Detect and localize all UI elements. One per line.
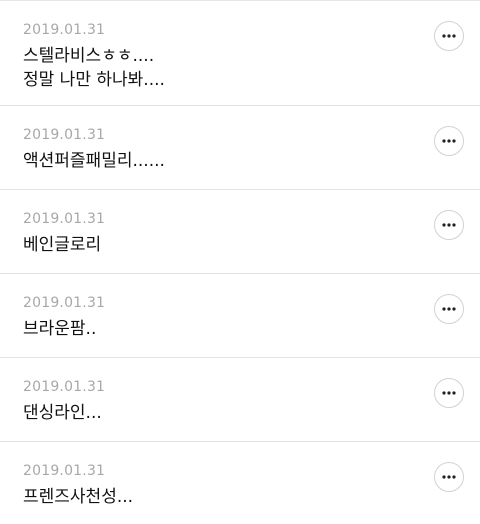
more-options-button[interactable] (434, 294, 464, 324)
comment-text: 액션퍼즐패밀리...... (23, 151, 165, 171)
list-item: 2019.01.31 베인글로리 (0, 190, 480, 274)
comment-text: 브라운팜.. (23, 319, 97, 339)
comment-date: 2019.01.31 (23, 127, 106, 143)
comment-date: 2019.01.31 (23, 463, 106, 479)
comment-text: 프렌즈사천성... (23, 487, 134, 507)
comment-list: 2019.01.31 스텔라비스ㅎㅎ.... 정말 나만 하나봐.... 201… (0, 1, 480, 522)
more-horizontal-icon (442, 223, 456, 227)
list-item: 2019.01.31 댄싱라인... (0, 358, 480, 442)
more-options-button[interactable] (434, 462, 464, 492)
list-item: 2019.01.31 액션퍼즐패밀리...... (0, 106, 480, 190)
comment-date: 2019.01.31 (23, 379, 106, 395)
more-options-button[interactable] (434, 21, 464, 51)
more-horizontal-icon (442, 391, 456, 395)
comment-date: 2019.01.31 (23, 295, 106, 311)
comment-date: 2019.01.31 (23, 22, 106, 38)
more-horizontal-icon (442, 307, 456, 311)
more-options-button[interactable] (434, 210, 464, 240)
more-options-button[interactable] (434, 378, 464, 408)
list-item: 2019.01.31 프렌즈사천성... (0, 442, 480, 522)
comment-text: 베인글로리 (23, 235, 102, 255)
comment-date: 2019.01.31 (23, 211, 106, 227)
comment-text: 스텔라비스ㅎㅎ.... 정말 나만 하나봐.... (23, 46, 165, 90)
list-item: 2019.01.31 브라운팜.. (0, 274, 480, 358)
more-horizontal-icon (442, 139, 456, 143)
list-item: 2019.01.31 스텔라비스ㅎㅎ.... 정말 나만 하나봐.... (0, 1, 480, 106)
more-horizontal-icon (442, 475, 456, 479)
more-horizontal-icon (442, 34, 456, 38)
more-options-button[interactable] (434, 126, 464, 156)
comment-text: 댄싱라인... (23, 403, 102, 423)
